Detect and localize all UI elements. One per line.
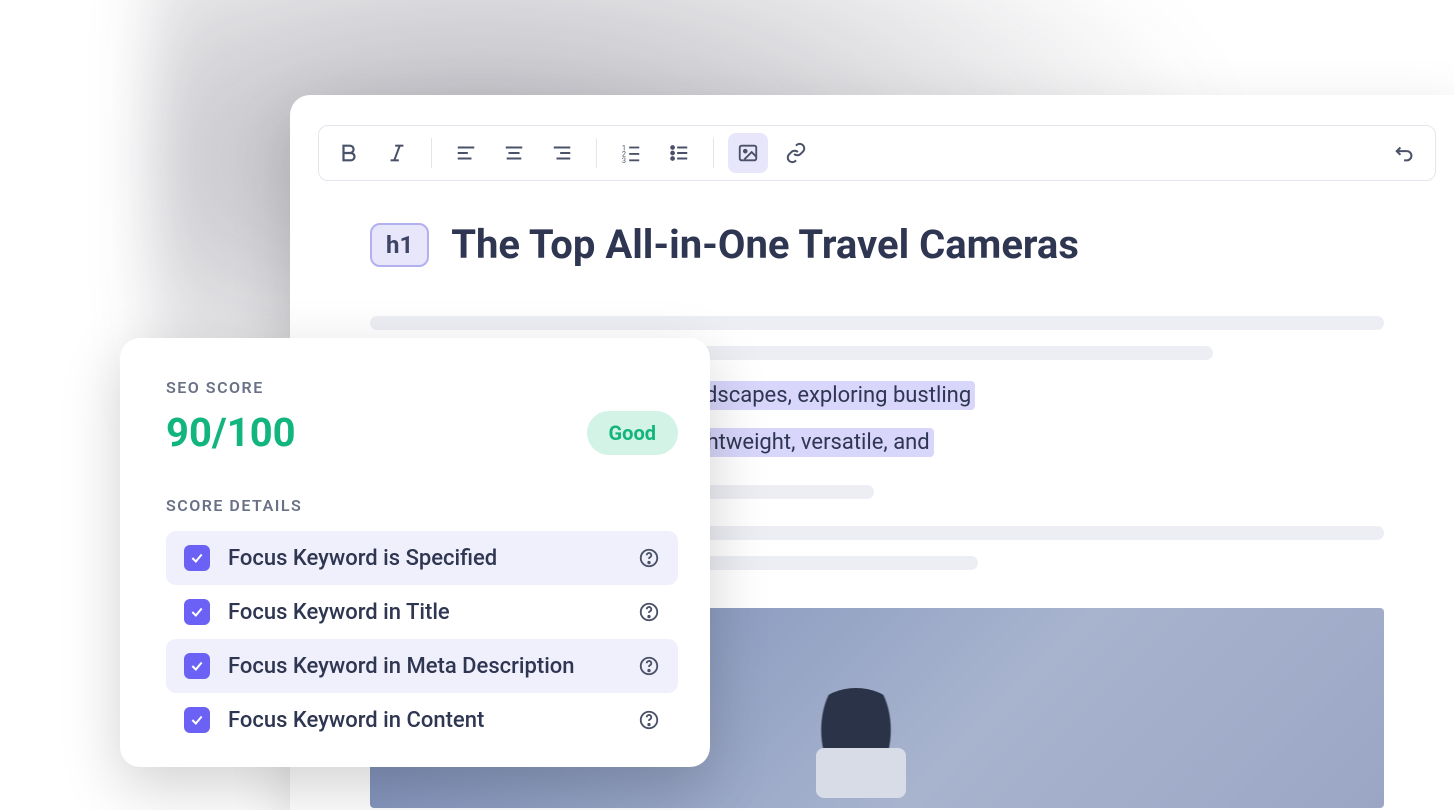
score-detail-label: Focus Keyword in Content [228, 708, 620, 733]
check-icon [190, 713, 204, 727]
italic-icon [386, 142, 408, 164]
ordered-list-button[interactable]: 123 [611, 133, 651, 173]
checkbox-checked[interactable] [184, 545, 210, 571]
score-details-label: SCORE DETAILS [166, 496, 678, 515]
toolbar-separator [596, 138, 597, 168]
bold-icon [338, 142, 360, 164]
seo-score-badge: Good [587, 411, 678, 455]
align-left-button[interactable] [446, 133, 486, 173]
text-placeholder-line [370, 316, 1384, 330]
bullet-list-button[interactable] [659, 133, 699, 173]
seo-score-label: SEO SCORE [166, 378, 678, 397]
ordered-list-icon: 123 [620, 142, 642, 164]
image-icon [737, 142, 759, 164]
help-icon[interactable] [638, 655, 660, 677]
score-detail-item[interactable]: Focus Keyword in Title [166, 585, 678, 639]
check-icon [190, 551, 204, 565]
help-icon[interactable] [638, 601, 660, 623]
align-right-icon [551, 142, 573, 164]
document-title[interactable]: The Top All-in-One Travel Cameras [451, 221, 1079, 268]
score-detail-label: Focus Keyword in Meta Description [228, 654, 620, 679]
undo-icon [1394, 142, 1416, 164]
score-detail-label: Focus Keyword in Title [228, 600, 620, 625]
toolbar-separator [431, 138, 432, 168]
seo-score-value: 90/100 [166, 409, 296, 456]
align-center-icon [503, 142, 525, 164]
help-icon[interactable] [638, 547, 660, 569]
align-left-icon [455, 142, 477, 164]
insert-link-button[interactable] [776, 133, 816, 173]
toolbar-separator [713, 138, 714, 168]
help-icon[interactable] [638, 709, 660, 731]
check-icon [190, 605, 204, 619]
align-center-button[interactable] [494, 133, 534, 173]
align-right-button[interactable] [542, 133, 582, 173]
svg-text:3: 3 [622, 156, 626, 164]
seo-score-panel: SEO SCORE 90/100 Good SCORE DETAILS Focu… [120, 338, 710, 767]
heading-level-badge: h1 [370, 223, 429, 267]
insert-image-button[interactable] [728, 133, 768, 173]
italic-button[interactable] [377, 133, 417, 173]
checkbox-checked[interactable] [184, 707, 210, 733]
check-icon [190, 659, 204, 673]
score-detail-item[interactable]: Focus Keyword in Meta Description [166, 639, 678, 693]
score-detail-label: Focus Keyword is Specified [228, 546, 620, 571]
score-detail-item[interactable]: Focus Keyword is Specified [166, 531, 678, 585]
link-icon [785, 142, 807, 164]
bold-button[interactable] [329, 133, 369, 173]
toolbar: 123 [318, 125, 1436, 181]
checkbox-checked[interactable] [184, 599, 210, 625]
undo-button[interactable] [1385, 133, 1425, 173]
score-detail-item[interactable]: Focus Keyword in Content [166, 693, 678, 747]
checkbox-checked[interactable] [184, 653, 210, 679]
bullet-list-icon [668, 142, 690, 164]
